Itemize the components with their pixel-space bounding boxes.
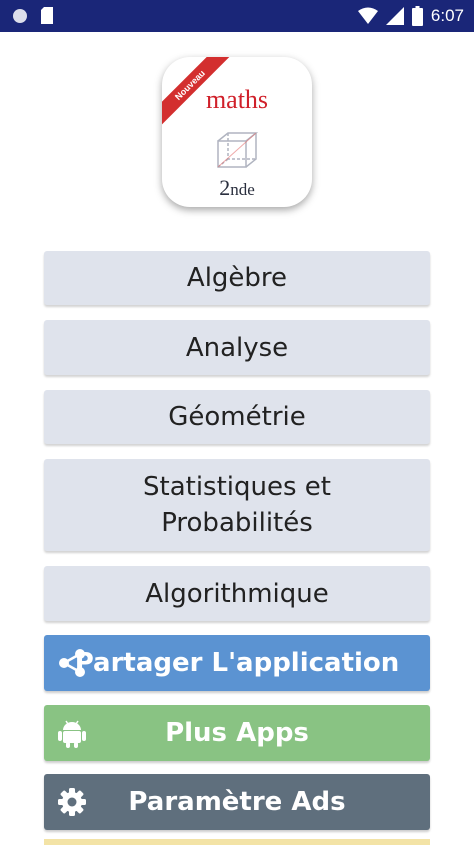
logo-level-main: 2 [219, 175, 231, 200]
share-app-button-label: Partager L'application [74, 648, 400, 678]
share-app-button[interactable]: Partager L'application [44, 635, 430, 691]
gear-icon [58, 788, 86, 816]
algebre-button[interactable]: Algèbre [44, 251, 430, 305]
signal-icon [385, 7, 404, 25]
geometrie-button-label: Géométrie [168, 402, 306, 432]
analyse-button[interactable]: Analyse [44, 320, 430, 375]
battery-icon [411, 6, 423, 26]
status-bar-left-icons [12, 7, 54, 24]
more-apps-button-label: Plus Apps [165, 718, 309, 748]
app-logo: Nouveau maths 2nde [162, 57, 312, 207]
geometrie-button[interactable]: Géométrie [44, 390, 430, 444]
status-bar: 6:07 [0, 0, 474, 32]
statistiques-probabilites-button[interactable]: Statistiques et Probabilités [44, 459, 430, 551]
ads-settings-button[interactable]: Paramètre Ads [44, 774, 430, 830]
next-button-edge [44, 839, 430, 845]
cube-icon [217, 132, 259, 168]
algorithmique-button[interactable]: Algorithmique [44, 566, 430, 621]
android-icon [58, 720, 86, 748]
status-time: 6:07 [430, 6, 464, 25]
status-bar-right-icons: 6:07 [357, 5, 464, 27]
logo-level: 2nde [162, 175, 312, 201]
wifi-icon [357, 7, 378, 24]
logo-level-suffix: nde [230, 180, 255, 199]
sd-card-icon [41, 7, 53, 24]
logo-title: maths [205, 85, 269, 114]
share-icon [59, 649, 85, 677]
algebre-button-label: Algèbre [186, 263, 288, 293]
analyse-button-label: Analyse [185, 332, 289, 363]
statistiques-button-label-line2: Probabilités [161, 508, 313, 538]
algorithmique-button-label: Algorithmique [145, 578, 329, 609]
more-apps-button[interactable]: Plus Apps [44, 705, 430, 761]
notification-circle-icon [13, 8, 27, 23]
statistiques-button-label-line1: Statistiques et [143, 472, 331, 502]
ads-settings-button-label: Paramètre Ads [128, 787, 346, 817]
